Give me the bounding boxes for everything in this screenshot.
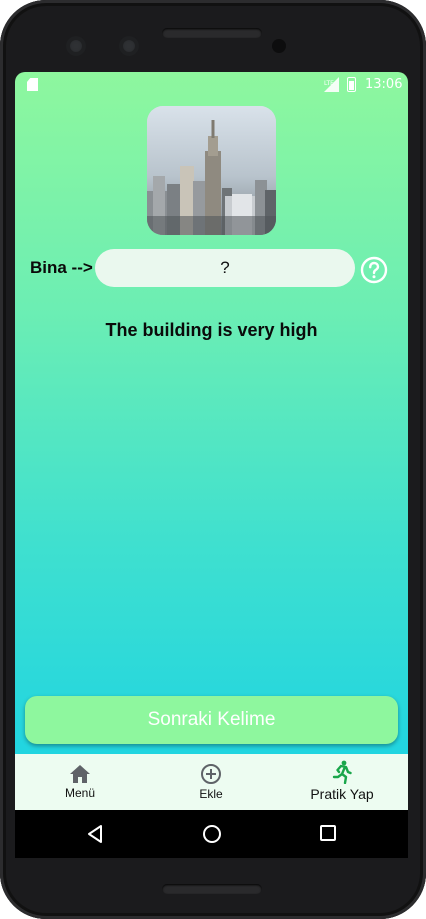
add-circle-icon — [201, 764, 221, 784]
home-circle-icon[interactable] — [202, 824, 222, 844]
earpiece-speaker — [162, 28, 262, 38]
nav-label-practice: Pratik Yap — [310, 786, 374, 802]
nav-item-practice[interactable]: Pratik Yap — [297, 754, 387, 810]
system-navigation-bar — [15, 810, 408, 858]
question-circle-icon[interactable] — [360, 256, 388, 284]
status-bar: LTE 13:06 — [15, 72, 408, 97]
sd-card-icon — [27, 78, 38, 91]
front-sensor — [119, 36, 139, 56]
bottom-speaker — [162, 884, 262, 894]
svg-text:LTE: LTE — [324, 80, 334, 87]
bottom-navigation: Menü Ekle Pratik Yap — [15, 754, 408, 810]
word-label: Bina --> — [30, 258, 93, 277]
word-row: Bina --> ? — [15, 248, 408, 288]
status-time: 13:06 — [365, 77, 403, 92]
back-icon[interactable] — [86, 824, 104, 844]
nav-label-menu: Menü — [64, 786, 96, 800]
nav-item-menu[interactable]: Menü — [40, 754, 120, 810]
running-icon — [332, 760, 352, 784]
example-sentence: The building is very high — [105, 320, 318, 340]
front-camera — [66, 36, 86, 56]
skyline-image — [147, 106, 276, 235]
phone-frame: LTE 13:06 Bina --> ? The building is ver… — [0, 0, 426, 919]
proximity-sensor — [272, 39, 286, 53]
nav-label-add: Ekle — [199, 787, 223, 801]
battery-icon — [347, 77, 356, 92]
next-word-button[interactable]: Sonraki Kelime — [25, 696, 398, 744]
nav-item-add[interactable]: Ekle — [171, 754, 251, 810]
home-icon — [70, 765, 90, 783]
signal-icon: LTE — [324, 77, 339, 92]
app-screen: LTE 13:06 Bina --> ? The building is ver… — [15, 72, 408, 858]
city-skyline-photo — [147, 106, 276, 235]
recents-icon[interactable] — [319, 824, 337, 842]
answer-input[interactable]: ? — [95, 249, 355, 287]
